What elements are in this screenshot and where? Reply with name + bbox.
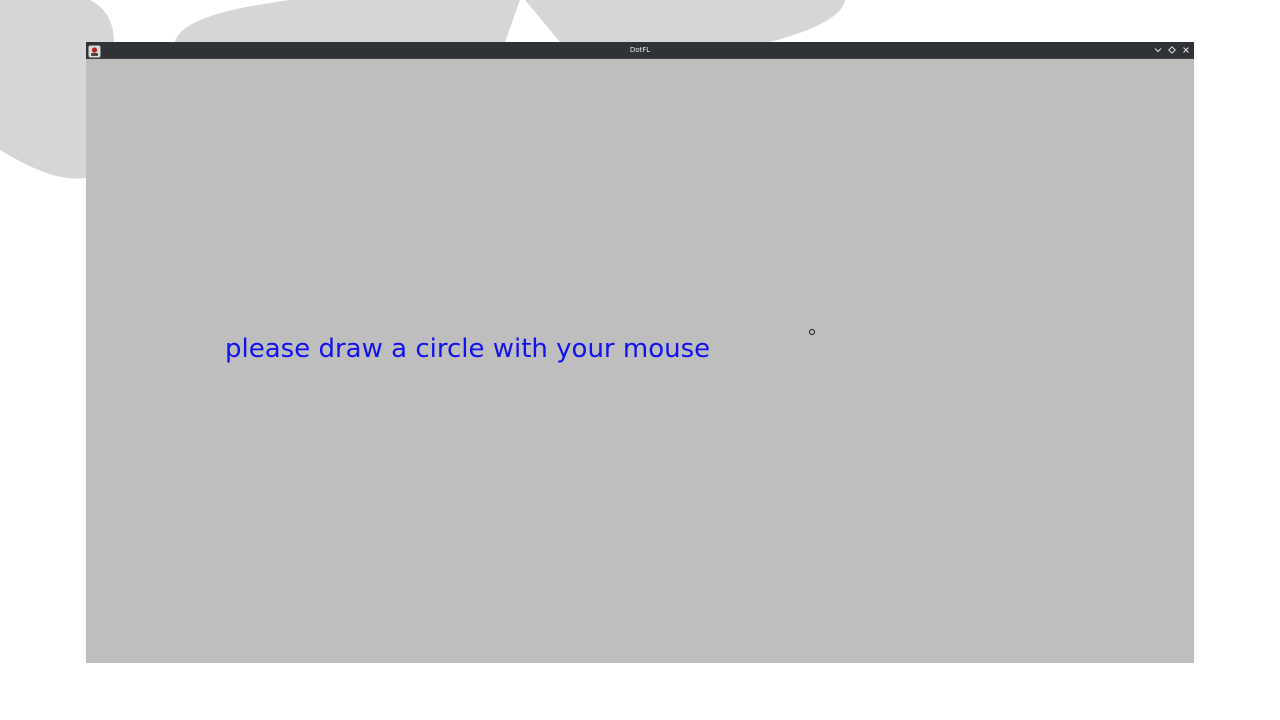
close-icon	[1183, 47, 1189, 53]
window-title: DotFL	[629, 46, 651, 54]
desktop: DotFL please draw a circle with your mou…	[0, 0, 1280, 720]
wallpaper-shape-center	[175, 0, 520, 42]
maximize-button[interactable]	[1166, 44, 1178, 56]
wallpaper-shape-right	[525, 0, 845, 42]
chevron-down-icon	[1154, 48, 1162, 53]
minimize-button[interactable]	[1152, 44, 1164, 56]
instruction-text: please draw a circle with your mouse	[225, 334, 711, 364]
mouse-cursor-icon	[809, 329, 815, 335]
drawing-canvas[interactable]: please draw a circle with your mouse	[86, 59, 1194, 663]
app-window: DotFL please draw a circle with your mou…	[86, 42, 1194, 663]
close-button[interactable]	[1180, 44, 1192, 56]
title-bar[interactable]: DotFL	[86, 42, 1194, 59]
diamond-icon	[1168, 46, 1176, 54]
